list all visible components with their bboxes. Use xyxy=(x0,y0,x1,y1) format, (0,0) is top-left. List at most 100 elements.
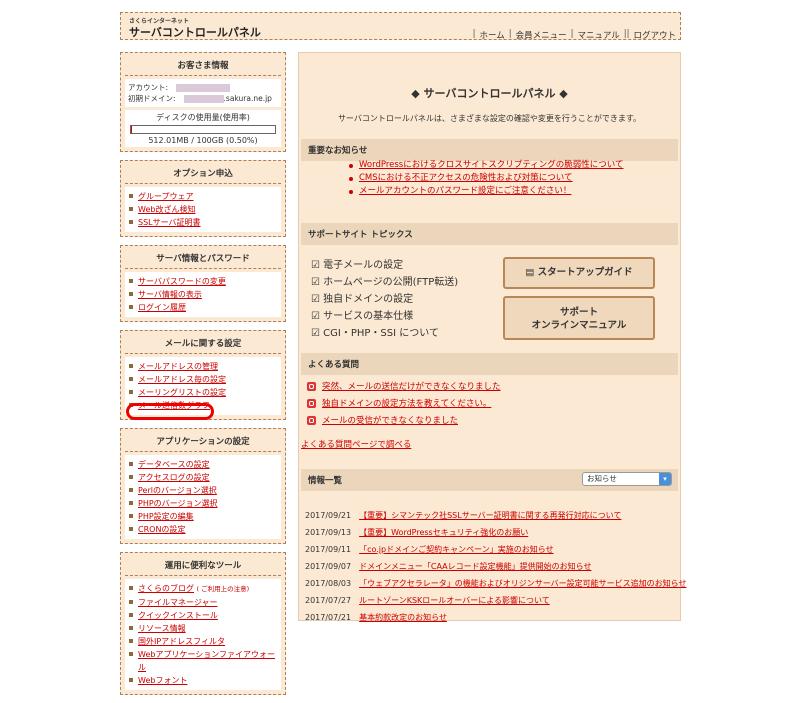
faq-more-link[interactable]: よくある質問ページで調べる xyxy=(301,440,411,450)
disk-usage-title: ディスクの使用量(使用率) xyxy=(156,113,250,122)
startup-guide-button[interactable]: ▤ スタートアップガイド xyxy=(503,257,655,289)
link-php-version[interactable]: PHPのバージョン選択 xyxy=(138,499,218,508)
news-row[interactable]: 2017/09/11 「co.jpドメインご契約キャンペーン」実施のお知らせ xyxy=(305,541,686,558)
news-link[interactable]: 「co.jpドメインご契約キャンペーン」実施のお知らせ xyxy=(359,545,553,554)
list-item[interactable]: メールアカウントのパスワード設定にご注意ください！ xyxy=(349,185,623,198)
notice-link[interactable]: メールアカウントのパスワード設定にご注意ください！ xyxy=(359,186,571,196)
support-item[interactable]: ☑ CGI・PHP・SSI について xyxy=(311,325,458,342)
blog-note[interactable]: ( ご利用上の注意) xyxy=(197,585,250,593)
list-item[interactable]: 国外IPアドレスフィルタ xyxy=(129,635,277,648)
list-item[interactable]: グループウェア xyxy=(129,190,277,203)
list-item[interactable]: サーバパスワードの変更 xyxy=(129,275,277,288)
account-info: アカウント: 初期ドメイン: .sakura.ne.jp xyxy=(125,79,281,107)
link-resource-info[interactable]: リソース情報 xyxy=(138,624,186,633)
list-item[interactable]: メーリングリストの設定 xyxy=(129,386,277,399)
link-groupware[interactable]: グループウェア xyxy=(138,192,194,201)
link-php-settings[interactable]: PHP設定の編集 xyxy=(138,512,194,521)
faq-item[interactable]: 独自ドメインの設定方法を教えてください。 xyxy=(307,396,501,413)
support-item[interactable]: ☑ 電子メールの設定 xyxy=(311,257,458,274)
link-login-history[interactable]: ログイン履歴 xyxy=(138,303,186,312)
news-row[interactable]: 2017/09/13 【重要】WordPressセキュリティ強化のお願い xyxy=(305,524,686,541)
link-access-log[interactable]: アクセスログの設定 xyxy=(138,473,210,482)
list-item[interactable]: データベースの設定 xyxy=(129,458,277,471)
list-item[interactable]: リソース情報 xyxy=(129,622,277,635)
online-manual-button[interactable]: サポート オンラインマニュアル xyxy=(503,296,655,340)
news-link[interactable]: 「ウェブアクセラレータ」の機能およびオリジンサーバー設定可能サービス追加のお知ら… xyxy=(359,579,686,588)
news-link[interactable]: ルートゾーンKSKロールオーバーによる影響について xyxy=(359,596,550,605)
link-quick-install[interactable]: クイックインストール xyxy=(138,611,218,620)
list-item[interactable]: さくらのブログ ( ご利用上の注意) xyxy=(129,582,277,596)
list-item[interactable]: Perlのバージョン選択 xyxy=(129,484,277,497)
logo-title: サーバコントロールパネル xyxy=(129,26,261,39)
support-link[interactable]: CGI・PHP・SSI について xyxy=(323,328,439,339)
link-web-font[interactable]: Webフォント xyxy=(138,676,187,685)
link-perl-version[interactable]: Perlのバージョン選択 xyxy=(138,486,217,495)
list-item[interactable]: PHP設定の編集 xyxy=(129,510,277,523)
link-ip-filter[interactable]: 国外IPアドレスフィルタ xyxy=(138,637,225,646)
nav-member-menu[interactable]: 会員メニュー xyxy=(516,29,567,41)
list-item[interactable]: SSLサーバ証明書 xyxy=(129,216,277,229)
list-item[interactable]: ログイン履歴 xyxy=(129,301,277,314)
news-row[interactable]: 2017/09/21 【重要】シマンテック社SSLサーバー証明書に関する再発行対応… xyxy=(305,507,686,524)
notice-list: WordPressにおけるクロスサイトスクリプティングの脆弱性について CMSに… xyxy=(349,159,623,198)
list-item[interactable]: メールアドレスの管理 xyxy=(129,360,277,373)
support-link[interactable]: サービスの基本仕様 xyxy=(323,311,413,322)
faq-more[interactable]: よくある質問ページで調べる xyxy=(301,437,411,454)
support-link[interactable]: ホームページの公開(FTP転送) xyxy=(323,277,458,288)
news-row[interactable]: 2017/07/21 基本約款改定のお知らせ xyxy=(305,609,686,626)
list-item[interactable]: Web改ざん検知 xyxy=(129,203,277,216)
news-row[interactable]: 2017/08/03 「ウェブアクセラレータ」の機能およびオリジンサーバー設定可能… xyxy=(305,575,686,592)
faq-item[interactable]: メールの受信ができなくなりました xyxy=(307,413,501,430)
support-item[interactable]: ☑ サービスの基本仕様 xyxy=(311,308,458,325)
support-link[interactable]: 電子メールの設定 xyxy=(323,260,403,271)
nav-logout[interactable]: ログアウト xyxy=(633,29,676,41)
link-waf[interactable]: Webアプリケーションファイアウォール xyxy=(138,650,275,672)
main-panel: ◆ サーバコントロールパネル ◆ サーバコントロールパネルは、さまざまな設定の確… xyxy=(298,52,686,622)
news-category-select[interactable]: お知らせ ▾ xyxy=(582,472,672,486)
news-link[interactable]: 【重要】WordPressセキュリティ強化のお願い xyxy=(359,528,528,537)
news-row[interactable]: 2017/09/07 ドメインメニュー「CAAレコード設定機能」提供開始のお知らせ xyxy=(305,558,686,575)
link-cron[interactable]: CRONの設定 xyxy=(138,525,185,534)
faq-link[interactable]: 独自ドメインの設定方法を教えてください。 xyxy=(322,399,491,409)
list-item[interactable]: ファイルマネージャー xyxy=(129,596,277,609)
tools-box: 運用に便利なツール さくらのブログ ( ご利用上の注意) ファイルマネージャー … xyxy=(120,552,286,695)
domain-suffix: .sakura.ne.jp xyxy=(223,94,272,103)
link-server-password[interactable]: サーバパスワードの変更 xyxy=(138,277,226,286)
support-item[interactable]: ☑ 独自ドメインの設定 xyxy=(311,291,458,308)
faq-link[interactable]: メールの受信ができなくなりました xyxy=(322,416,458,426)
list-item[interactable]: CRONの設定 xyxy=(129,523,277,536)
link-web-tamper[interactable]: Web改ざん検知 xyxy=(138,205,195,214)
list-item[interactable]: アクセスログの設定 xyxy=(129,471,277,484)
link-server-info[interactable]: サーバ情報の表示 xyxy=(138,290,202,299)
list-item[interactable]: WordPressにおけるクロスサイトスクリプティングの脆弱性について xyxy=(349,159,623,172)
support-item[interactable]: ☑ ホームページの公開(FTP転送) xyxy=(311,274,458,291)
faq-link[interactable]: 突然、メールの送信だけができなくなりました xyxy=(322,382,501,392)
list-item[interactable]: メールアドレス毎の設定 xyxy=(129,373,277,386)
list-item[interactable]: サーバ情報の表示 xyxy=(129,288,277,301)
news-link[interactable]: 【重要】シマンテック社SSLサーバー証明書に関する再発行対応について xyxy=(359,511,621,520)
notice-link[interactable]: WordPressにおけるクロスサイトスクリプティングの脆弱性について xyxy=(359,160,623,170)
link-file-manager[interactable]: ファイルマネージャー xyxy=(138,598,217,607)
nav-manual[interactable]: マニュアル xyxy=(578,29,620,41)
link-database[interactable]: データベースの設定 xyxy=(138,460,210,469)
link-mail-settings[interactable]: メールアドレス毎の設定 xyxy=(138,375,226,384)
faq-item[interactable]: 突然、メールの送信だけができなくなりました xyxy=(307,379,501,396)
list-item[interactable]: PHPのバージョン選択 xyxy=(129,497,277,510)
nav-home[interactable]: ホーム xyxy=(479,29,504,41)
list-item[interactable]: クイックインストール xyxy=(129,609,277,622)
link-mail-address[interactable]: メールアドレスの管理 xyxy=(138,362,218,371)
link-mailing-list[interactable]: メーリングリストの設定 xyxy=(138,388,226,397)
disk-usage-bar xyxy=(130,125,276,134)
list-item[interactable]: Webアプリケーションファイアウォール xyxy=(129,648,277,674)
list-item[interactable]: CMSにおける不正アクセスの危険性および対策について xyxy=(349,172,623,185)
notice-link[interactable]: CMSにおける不正アクセスの危険性および対策について xyxy=(359,173,573,183)
domain-label: 初期ドメイン: xyxy=(128,94,176,103)
news-link[interactable]: ドメインメニュー「CAAレコード設定機能」提供開始のお知らせ xyxy=(359,562,591,571)
news-row[interactable]: 2017/07/27 ルートゾーンKSKロールオーバーによる影響について xyxy=(305,592,686,609)
list-item[interactable]: Webフォント xyxy=(129,674,277,687)
link-blog[interactable]: さくらのブログ xyxy=(138,584,194,593)
news-date: 2017/09/21 xyxy=(305,511,352,520)
support-link[interactable]: 独自ドメインの設定 xyxy=(323,294,413,305)
news-date: 2017/09/11 xyxy=(305,545,352,554)
link-ssl[interactable]: SSLサーバ証明書 xyxy=(138,218,201,227)
